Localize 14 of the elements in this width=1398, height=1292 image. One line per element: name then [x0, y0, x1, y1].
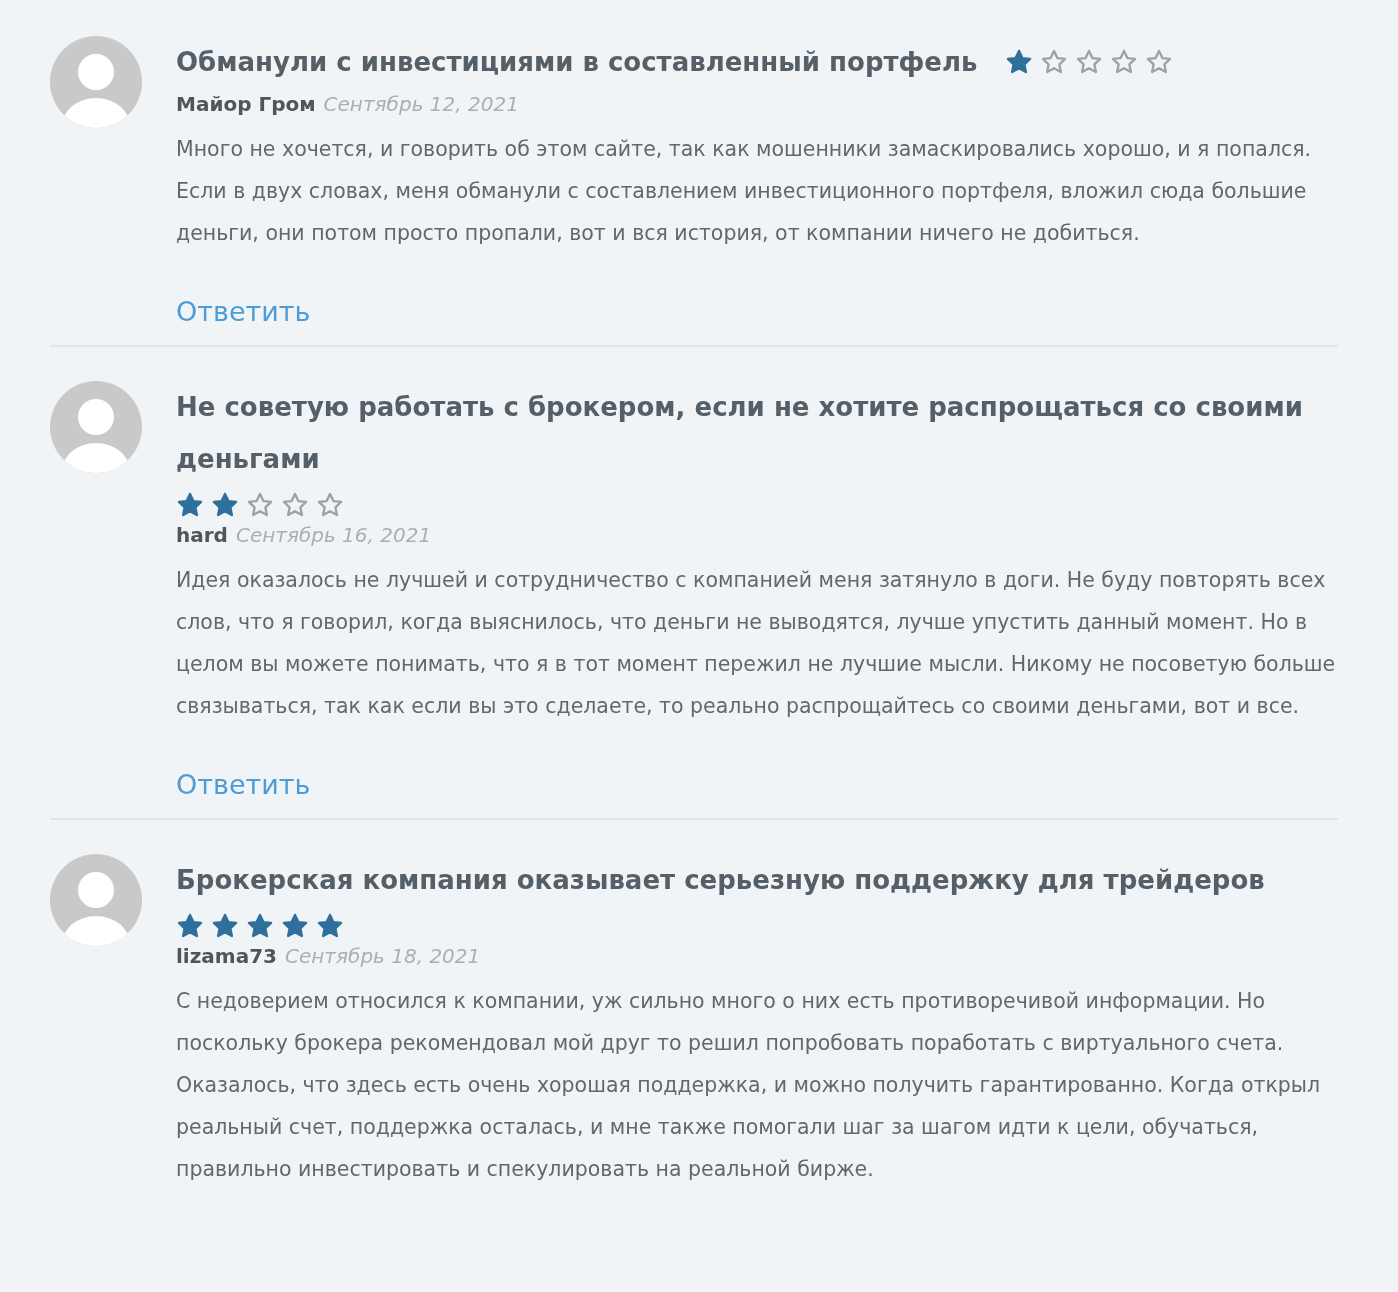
reply-link[interactable]: Ответить	[176, 769, 311, 800]
author-name: lizama73	[176, 944, 277, 968]
review-title: Обманули с инвестициями в составленный портфель	[176, 46, 978, 79]
author-name: Майор Гром	[176, 92, 316, 116]
review-text: Много не хочется, и говорить об этом сайте, так как мошенники замаскировались хорошо, и я попался. Если в двух словах, меня обманули с составлением инвестиционного портфеля, вложил сюда большие деньги, они потом просто пропали, вот и вся история, от компании ничего не добиться.	[176, 136, 1313, 247]
review-text: Идея оказалось не лучшей и сотрудничество с компанией меня затянуло в доги. Не буду повторять всех слов, что я говорил, когда выяснилось, что деньги не выводятся, лучше упустить данный момент. Но в целом вы можете понимать, что я в тот момент пережил не лучшие мысли. Никому не посоветую больше связываться, так как если вы это сделаете, то реально распрощайтесь со своими деньгами, вот и все.	[176, 567, 1337, 720]
review-title: Брокерская компания оказывает серьезную поддержку для трейдеров	[176, 864, 1265, 897]
review-date: Сентябрь 18, 2021	[285, 944, 481, 968]
reply-link[interactable]: Ответить	[176, 296, 311, 327]
review-text: С недоверием относился к компании, уж сильно много о них есть противоречивой информации. Но поскольку брокера рекомендовал мой друг то решил попробовать поработать с виртуального счета. Оказалось, что здесь есть очень хорошая поддержка, и можно получить гарантированно. Когда открыл реальный счет, поддержка осталась, и мне также помогали шаг за шагом идти к цели, обучаться, правильно инвестировать и спекулировать на реальной бирже.	[176, 988, 1322, 1183]
review-date: Сентябрь 16, 2021	[235, 523, 432, 547]
review-date: Сентябрь 12, 2021	[323, 92, 519, 116]
author-name: hard	[176, 523, 228, 547]
review-title: Не советую работать с брокером, если не хотите распрощаться со своими деньгами	[176, 391, 1304, 476]
